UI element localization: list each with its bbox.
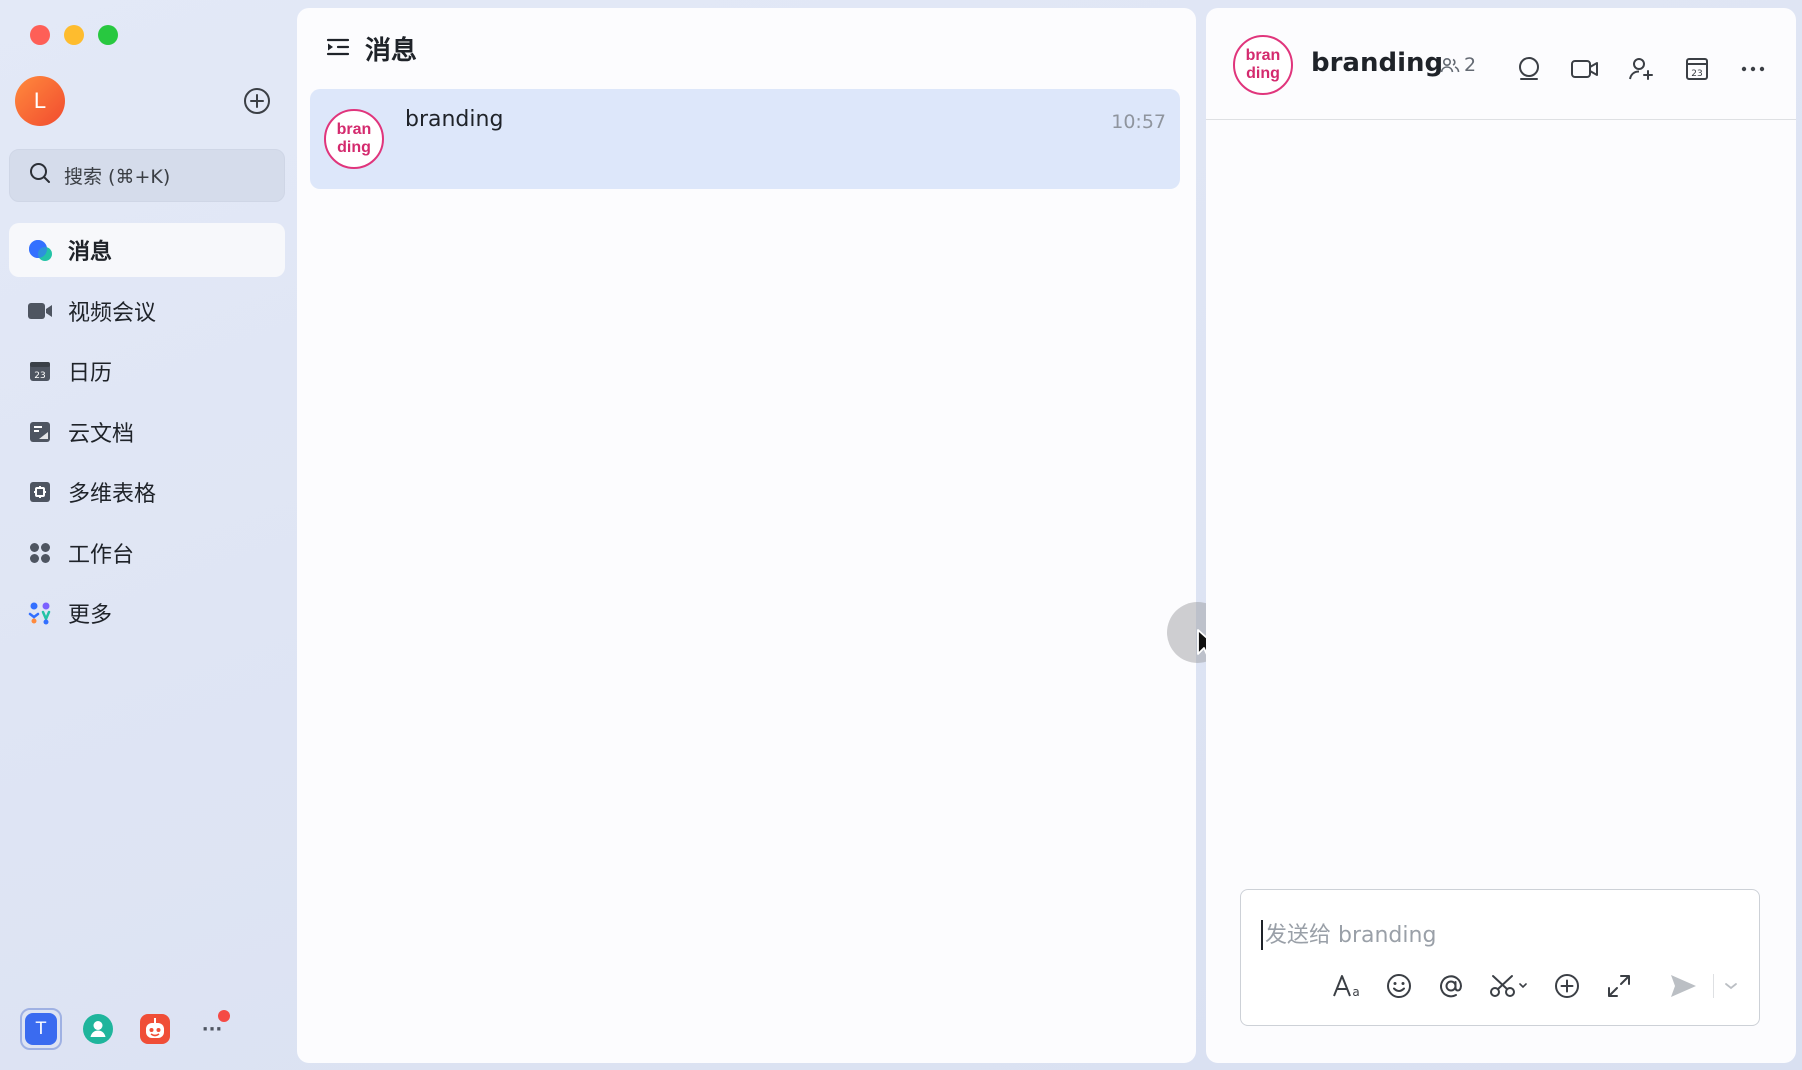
calendar-icon[interactable]: 23	[1682, 54, 1712, 84]
more-apps-icon	[26, 599, 54, 627]
sidebar-item-label: 日历	[68, 361, 113, 386]
sidebar-item-more[interactable]: 更多	[9, 586, 285, 640]
screenshot-scissors-icon[interactable]	[1487, 970, 1531, 1002]
chat-time: 10:57	[1111, 111, 1166, 133]
emoji-icon[interactable]	[1383, 970, 1415, 1002]
avatar-text-line1: bran	[336, 120, 372, 138]
contact-icon	[83, 1014, 113, 1044]
avatar-text-line1: bran	[1245, 46, 1281, 64]
dock-app-contacts[interactable]	[77, 1008, 119, 1050]
add-attachment-icon[interactable]	[1551, 970, 1583, 1002]
collapse-list-icon[interactable]	[325, 34, 351, 64]
sidebar-item-label: 工作台	[68, 542, 135, 568]
sidebar-item-label: 视频会议	[68, 300, 157, 326]
sidebar-item-label: 消息	[68, 240, 113, 265]
video-camera-icon	[26, 297, 54, 325]
window-controls	[30, 25, 118, 45]
mention-icon[interactable]	[1435, 970, 1467, 1002]
sidebar-item-label: 云文档	[68, 421, 135, 447]
cloud-doc-icon	[26, 418, 54, 446]
sidebar-item-label: 多维表格	[68, 482, 157, 507]
sidebar-item-video-meetings[interactable]: 视频会议	[9, 284, 285, 338]
robot-icon	[140, 1014, 170, 1044]
app-t-icon: T	[25, 1013, 57, 1045]
message-list-header: 消息	[325, 30, 417, 67]
member-count-value: 2	[1464, 54, 1477, 76]
chat-header-actions: 23	[1514, 54, 1768, 84]
text-format-icon[interactable]: a	[1331, 970, 1363, 1002]
sidebar-item-workplace[interactable]: 工作台	[9, 526, 285, 580]
expand-editor-icon[interactable]	[1603, 970, 1635, 1002]
message-input[interactable]	[1261, 920, 1731, 950]
search-chat-icon[interactable]	[1514, 54, 1544, 84]
chat-title[interactable]: branding	[1311, 48, 1443, 78]
send-options-chevron-icon[interactable]	[1722, 970, 1740, 1002]
sidebar-nav: 消息 视频会议 23 日历 云文档 多维表格 工作台 更多	[9, 223, 285, 647]
group-avatar[interactable]: bran ding	[1233, 35, 1293, 95]
more-dots-icon: ···	[201, 1018, 223, 1040]
page-title: 消息	[365, 36, 418, 66]
svg-text:23: 23	[34, 371, 45, 381]
add-circle-icon[interactable]	[242, 86, 272, 116]
workplace-grid-icon	[26, 539, 54, 567]
composer-toolbar: a	[1331, 970, 1740, 1002]
search-placeholder: 搜索 (⌘+K)	[64, 166, 171, 188]
add-member-icon[interactable]	[1626, 54, 1656, 84]
avatar-text-line2: ding	[1246, 65, 1280, 82]
dock-app-t[interactable]: T	[20, 1008, 62, 1050]
chat-header: bran ding branding 2 23	[1206, 8, 1796, 120]
chat-panel: bran ding branding 2 23 发送给 branding a	[1206, 8, 1796, 1063]
user-avatar[interactable]: L	[15, 76, 65, 126]
calendar-icon: 23	[26, 357, 54, 385]
send-divider	[1713, 974, 1714, 998]
svg-text:23: 23	[1691, 69, 1702, 79]
sidebar: L 搜索 (⌘+K) 消息 视频会议 23 日历 云文档 多维表格 工作台 更多…	[0, 0, 297, 1070]
app-dock: T ···	[20, 1008, 233, 1050]
sidebar-item-calendar[interactable]: 23 日历	[9, 344, 285, 398]
search-icon	[28, 161, 52, 190]
members-icon	[1440, 57, 1460, 73]
message-composer: a	[1240, 889, 1760, 1026]
dock-app-bot[interactable]	[134, 1008, 176, 1050]
message-bubble-icon	[26, 236, 54, 264]
more-options-icon[interactable]	[1738, 54, 1768, 84]
sidebar-item-messages[interactable]: 消息	[9, 223, 285, 277]
minimize-window-button[interactable]	[64, 25, 84, 45]
dock-app-more[interactable]: ···	[191, 1008, 233, 1050]
send-icon[interactable]	[1667, 970, 1699, 1002]
message-list-panel: 消息 bran ding branding 10:57	[297, 8, 1196, 1063]
base-table-icon	[26, 478, 54, 506]
group-avatar: bran ding	[324, 109, 384, 169]
video-call-icon[interactable]	[1570, 54, 1600, 84]
search-box[interactable]: 搜索 (⌘+K)	[9, 149, 285, 202]
member-count[interactable]: 2	[1440, 54, 1476, 76]
sidebar-item-label: 更多	[68, 603, 113, 628]
sidebar-item-base[interactable]: 多维表格	[9, 465, 285, 519]
notification-badge	[218, 1010, 230, 1022]
avatar-text-line2: ding	[337, 139, 371, 156]
chat-name: branding	[405, 107, 504, 132]
chat-list-item[interactable]: bran ding branding 10:57	[310, 89, 1180, 189]
zoom-window-button[interactable]	[98, 25, 118, 45]
sidebar-item-cloud-docs[interactable]: 云文档	[9, 405, 285, 459]
svg-text:a: a	[1352, 985, 1359, 999]
close-window-button[interactable]	[30, 25, 50, 45]
